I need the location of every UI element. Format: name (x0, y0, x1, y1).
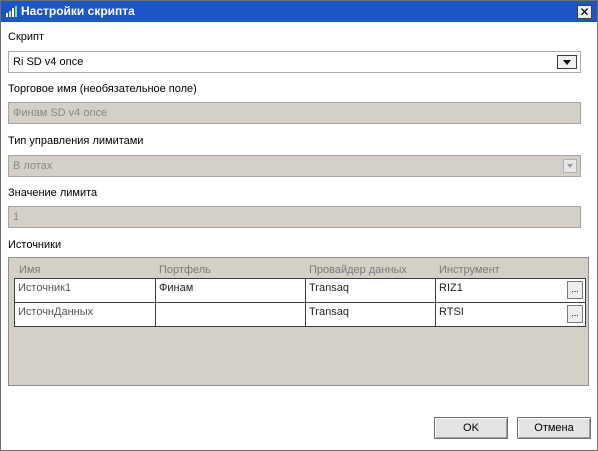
script-select-value: Ri SD v4 once (13, 56, 84, 68)
limit-value-label: Значение лимита (8, 187, 98, 199)
trade-name-value: Финам SD v4 once (13, 107, 108, 119)
cell-provider[interactable]: Transaq (306, 303, 436, 326)
cell-name[interactable]: ИсточнДанных (15, 303, 156, 326)
cancel-button[interactable]: Отмена (517, 417, 591, 439)
window-title: Настройки скрипта (21, 4, 135, 18)
chevron-down-icon[interactable] (557, 55, 577, 69)
cell-name[interactable]: Источник1 (15, 279, 156, 302)
ok-button[interactable]: OK (434, 417, 508, 439)
chevron-down-icon (563, 159, 577, 173)
cell-instrument[interactable]: RTSI ... (436, 303, 585, 326)
table-row[interactable]: Источник1 Финам Transaq RIZ1 ... (14, 278, 586, 303)
sources-table: Имя Портфель Провайдер данных Инструмент… (8, 257, 589, 386)
bar-chart-icon (6, 6, 17, 17)
cell-portfolio[interactable]: Финам (156, 279, 306, 302)
cell-instrument-value: RIZ1 (439, 282, 463, 294)
trade-name-field: Финам SD v4 once (8, 102, 581, 124)
cell-instrument[interactable]: RIZ1 ... (436, 279, 585, 302)
script-label: Скрипт (8, 31, 45, 43)
limit-value-field: 1 (8, 206, 581, 228)
script-settings-dialog: Настройки скрипта ✕ Скрипт Ri SD v4 once… (0, 0, 598, 451)
ellipsis-button[interactable]: ... (567, 281, 583, 299)
limit-type-label: Тип управления лимитами (8, 135, 144, 147)
column-header-portfolio[interactable]: Портфель (159, 263, 211, 277)
cell-instrument-value: RTSI (439, 306, 464, 318)
column-header-name[interactable]: Имя (19, 263, 40, 277)
limit-type-select: В лотах (8, 155, 581, 177)
script-select[interactable]: Ri SD v4 once (8, 51, 581, 73)
trade-name-label: Торговое имя (необязательное поле) (8, 83, 197, 95)
cell-portfolio[interactable] (156, 303, 306, 326)
close-button[interactable]: ✕ (577, 5, 592, 19)
title-bar[interactable]: Настройки скрипта ✕ (1, 1, 597, 22)
column-header-provider[interactable]: Провайдер данных (309, 263, 407, 277)
cell-provider[interactable]: Transaq (306, 279, 436, 302)
limit-type-value: В лотах (13, 160, 53, 172)
ellipsis-button[interactable]: ... (567, 305, 583, 323)
column-header-instrument[interactable]: Инструмент (439, 263, 500, 277)
close-icon: ✕ (579, 5, 590, 19)
table-row[interactable]: ИсточнДанных Transaq RTSI ... (14, 302, 586, 327)
limit-value-value: 1 (13, 211, 20, 223)
sources-label: Источники (8, 239, 62, 251)
